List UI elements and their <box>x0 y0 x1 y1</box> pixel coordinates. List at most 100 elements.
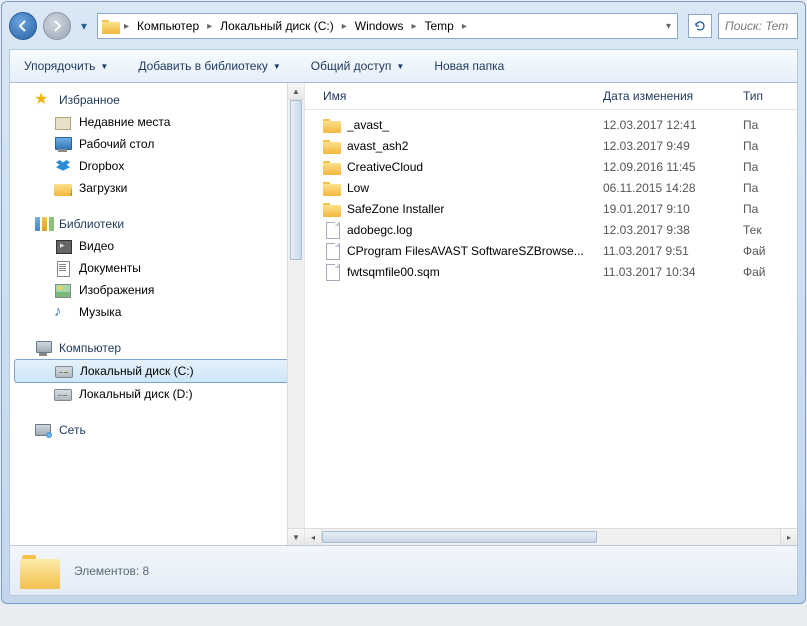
item-count: Элементов: 8 <box>74 564 149 578</box>
nav-downloads[interactable]: Загрузки <box>10 177 304 199</box>
sidebar-scrollbar[interactable]: ▲ ▼ <box>287 83 304 545</box>
file-row[interactable]: fwtsqmfile00.sqm11.03.2017 10:34Фай <box>323 261 797 282</box>
file-name: SafeZone Installer <box>347 202 603 216</box>
file-icon <box>323 243 341 259</box>
forward-button[interactable] <box>43 12 71 40</box>
file-type: Фай <box>743 244 766 258</box>
file-type: Па <box>743 118 758 132</box>
back-button[interactable] <box>9 12 37 40</box>
chevron-down-icon: ▼ <box>100 62 108 71</box>
scroll-down-button[interactable]: ▼ <box>288 528 304 545</box>
file-type: Тек <box>743 223 762 237</box>
nav-disk-d[interactable]: Локальный диск (D:) <box>10 383 304 405</box>
folder-icon <box>323 138 341 154</box>
file-date: 11.03.2017 10:34 <box>603 265 743 279</box>
nav-videos[interactable]: Видео <box>10 235 304 257</box>
file-row[interactable]: avast_ash212.03.2017 9:49Па <box>323 135 797 156</box>
nav-disk-c[interactable]: Локальный диск (C:) <box>14 359 300 383</box>
content-area: Избранное Недавние места Рабочий стол Dr… <box>9 83 798 546</box>
file-row[interactable]: adobegc.log12.03.2017 9:38Тек <box>323 219 797 240</box>
folder-icon <box>323 201 341 217</box>
chevron-right-icon[interactable]: ▸ <box>460 21 469 32</box>
video-icon <box>54 238 72 254</box>
document-icon <box>54 260 72 276</box>
libraries-header[interactable]: Библиотеки <box>10 213 304 235</box>
details-pane: Элементов: 8 <box>9 546 798 596</box>
favorites-header[interactable]: Избранное <box>10 89 304 111</box>
folder-icon <box>323 117 341 133</box>
file-type: Па <box>743 181 758 195</box>
file-row[interactable]: SafeZone Installer19.01.2017 9:10Па <box>323 198 797 219</box>
file-name: fwtsqmfile00.sqm <box>347 265 603 279</box>
breadcrumb-windows[interactable]: Windows <box>351 14 408 38</box>
chevron-down-icon: ▼ <box>273 62 281 71</box>
nav-pictures[interactable]: Изображения <box>10 279 304 301</box>
disk-icon <box>55 363 73 379</box>
organize-button[interactable]: Упорядочить▼ <box>20 56 112 76</box>
file-date: 12.03.2017 12:41 <box>603 118 743 132</box>
disk-icon <box>54 386 72 402</box>
search-input[interactable]: Поиск: Tem <box>718 13 798 39</box>
file-name: Low <box>347 181 603 195</box>
download-icon <box>54 180 72 196</box>
file-type: Па <box>743 160 758 174</box>
breadcrumb-computer[interactable]: Компьютер <box>133 14 203 38</box>
new-folder-button[interactable]: Новая папка <box>430 56 508 76</box>
scroll-right-button[interactable]: ▸ <box>780 529 797 545</box>
breadcrumb-disk-c[interactable]: Локальный диск (C:) <box>216 14 338 38</box>
chevron-right-icon[interactable]: ▸ <box>409 21 418 32</box>
nav-dropbox[interactable]: Dropbox <box>10 155 304 177</box>
nav-history-dropdown[interactable]: ▾ <box>77 12 91 40</box>
navigation-pane: Избранное Недавние места Рабочий стол Dr… <box>10 83 305 545</box>
column-name[interactable]: Имя <box>323 89 603 103</box>
file-name: adobegc.log <box>347 223 603 237</box>
chevron-right-icon[interactable]: ▸ <box>205 21 214 32</box>
share-button[interactable]: Общий доступ▼ <box>307 56 409 76</box>
chevron-right-icon[interactable]: ▸ <box>340 21 349 32</box>
scroll-thumb[interactable] <box>290 100 302 260</box>
nav-music[interactable]: Музыка <box>10 301 304 323</box>
explorer-window: ▾ ▸ Компьютер ▸ Локальный диск (C:) ▸ Wi… <box>1 1 806 604</box>
chevron-right-icon[interactable]: ▸ <box>122 21 131 32</box>
file-row[interactable]: CProgram FilesAVAST SoftwareSZBrowse...1… <box>323 240 797 261</box>
computer-icon <box>34 340 52 356</box>
computer-header[interactable]: Компьютер <box>10 337 304 359</box>
file-date: 06.11.2015 14:28 <box>603 181 743 195</box>
file-row[interactable]: _avast_12.03.2017 12:41Па <box>323 114 797 135</box>
navigation-bar: ▾ ▸ Компьютер ▸ Локальный диск (C:) ▸ Wi… <box>9 9 798 43</box>
breadcrumb-temp[interactable]: Temp <box>420 14 457 38</box>
column-date[interactable]: Дата изменения <box>603 89 743 103</box>
network-icon <box>34 422 52 438</box>
file-date: 19.01.2017 9:10 <box>603 202 743 216</box>
folder-icon <box>102 18 120 34</box>
address-dropdown[interactable]: ▾ <box>664 21 673 32</box>
network-header[interactable]: Сеть <box>10 419 304 441</box>
libraries-icon <box>34 216 52 232</box>
file-name: _avast_ <box>347 118 603 132</box>
file-type: Па <box>743 139 758 153</box>
recent-icon <box>54 114 72 130</box>
file-list: _avast_12.03.2017 12:41Паavast_ash212.03… <box>305 110 797 528</box>
file-icon <box>323 264 341 280</box>
music-icon <box>54 304 72 320</box>
horizontal-scrollbar[interactable]: ◂ ▸ <box>305 528 797 545</box>
file-name: CProgram FilesAVAST SoftwareSZBrowse... <box>347 244 603 258</box>
command-bar: Упорядочить▼ Добавить в библиотеку▼ Общи… <box>9 49 798 83</box>
file-type: Па <box>743 202 758 216</box>
chevron-down-icon: ▼ <box>396 62 404 71</box>
column-type[interactable]: Тип <box>743 89 797 103</box>
scroll-up-button[interactable]: ▲ <box>288 83 304 100</box>
nav-documents[interactable]: Документы <box>10 257 304 279</box>
refresh-button[interactable] <box>688 14 712 38</box>
address-bar[interactable]: ▸ Компьютер ▸ Локальный диск (C:) ▸ Wind… <box>97 13 678 39</box>
scroll-thumb[interactable] <box>322 531 597 543</box>
include-library-button[interactable]: Добавить в библиотеку▼ <box>134 56 284 76</box>
nav-desktop[interactable]: Рабочий стол <box>10 133 304 155</box>
file-row[interactable]: CreativeCloud12.09.2016 11:45Па <box>323 156 797 177</box>
column-headers: Имя Дата изменения Тип <box>305 83 797 110</box>
scroll-left-button[interactable]: ◂ <box>305 529 322 545</box>
file-date: 12.03.2017 9:49 <box>603 139 743 153</box>
file-row[interactable]: Low06.11.2015 14:28Па <box>323 177 797 198</box>
file-name: avast_ash2 <box>347 139 603 153</box>
nav-recent-places[interactable]: Недавние места <box>10 111 304 133</box>
